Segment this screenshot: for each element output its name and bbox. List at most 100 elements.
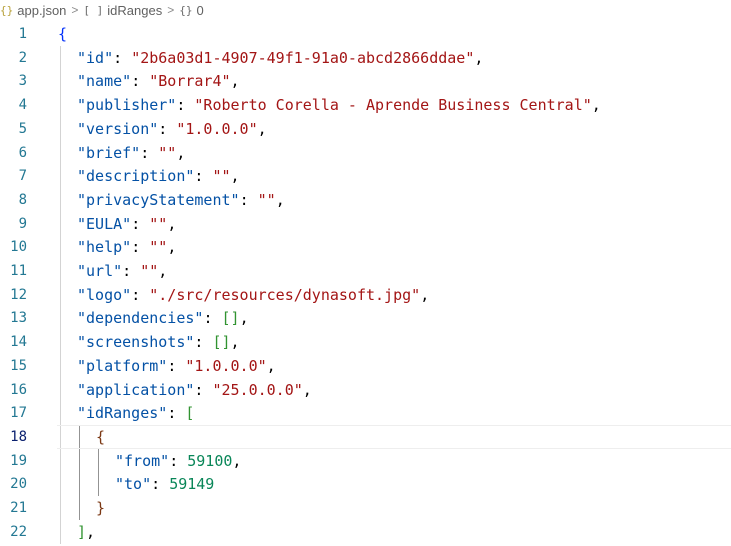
- code-text: {: [96, 428, 105, 446]
- breadcrumb-object[interactable]: {} 0: [179, 3, 203, 18]
- code-line[interactable]: 9 "EULA": "",: [0, 211, 731, 236]
- code-line[interactable]: 1{: [0, 22, 731, 46]
- code-token: "": [140, 262, 159, 280]
- line-number: 10: [10, 239, 27, 256]
- code-text: "idRanges": [: [77, 404, 194, 422]
- code-token: :: [122, 262, 141, 280]
- object-icon: {}: [179, 3, 193, 17]
- code-line[interactable]: 20 "to": 59149: [0, 472, 731, 497]
- code-line[interactable]: 22],: [0, 519, 731, 544]
- code-line[interactable]: 12 "logo": "./src/resources/dynasoft.jpg"…: [0, 282, 731, 307]
- code-token: "dependencies": [77, 309, 204, 328]
- code-line[interactable]: 11 "url": "",: [0, 259, 731, 283]
- line-number: 15: [10, 357, 27, 374]
- code-token: :: [131, 238, 150, 257]
- code-text: "application": "25.0.0.0",: [77, 381, 312, 399]
- line-number: 6: [18, 144, 27, 161]
- code-text: "version": "1.0.0.0",: [77, 120, 267, 138]
- code-token: :: [131, 214, 150, 233]
- line-number: 14: [10, 334, 27, 351]
- indent-guide: [79, 448, 80, 473]
- code-token: :: [158, 119, 177, 138]
- breadcrumb-file[interactable]: {} app.json: [0, 3, 66, 18]
- code-token: ,: [275, 190, 285, 209]
- indent-guide: [98, 448, 99, 473]
- code-token: :: [239, 190, 258, 209]
- code-token: 59100: [187, 451, 233, 470]
- code-token: ,: [230, 167, 240, 186]
- code-token: {: [96, 427, 106, 446]
- code-token: "version": [77, 119, 159, 138]
- code-text: "to": 59149: [115, 475, 214, 493]
- line-number: 20: [10, 476, 27, 493]
- code-token: ,: [176, 143, 186, 162]
- code-token: "id": [77, 48, 114, 67]
- code-line[interactable]: 15 "platform": "1.0.0.0",: [0, 353, 731, 378]
- code-token: "": [257, 190, 276, 209]
- indent-guide: [60, 496, 61, 520]
- code-token: "": [149, 238, 168, 257]
- code-line[interactable]: 19 "from": 59100,: [0, 448, 731, 473]
- code-line[interactable]: 21}: [0, 496, 731, 520]
- line-number: 13: [10, 310, 27, 327]
- code-token: "brief": [77, 143, 141, 162]
- code-token: ,: [474, 48, 484, 67]
- chevron-right-icon: >: [167, 3, 175, 17]
- code-line[interactable]: 8 "privacyStatement": "",: [0, 187, 731, 212]
- code-token: "help": [77, 238, 132, 257]
- code-line[interactable]: 5 "version": "1.0.0.0",: [0, 116, 731, 141]
- indent-guide: [79, 496, 80, 520]
- indent-guide: [60, 424, 61, 449]
- code-text: "screenshots": [],: [77, 333, 240, 351]
- code-token: :: [194, 167, 213, 186]
- code-token: "publisher": [77, 96, 177, 115]
- code-token: ,: [239, 309, 249, 328]
- code-token: ,: [167, 238, 177, 257]
- code-line[interactable]: 2 "id": "2b6a03d1-4907-49f1-91a0-abcd2866…: [0, 45, 731, 70]
- chevron-right-icon: >: [71, 3, 79, 17]
- code-token: "application": [77, 380, 195, 399]
- code-token: "Roberto Corella - Aprende Business Cent…: [194, 96, 592, 115]
- line-number: 18: [10, 428, 27, 445]
- line-number: 3: [18, 73, 27, 90]
- indent-guide: [79, 472, 80, 497]
- indent-guide: [98, 472, 99, 497]
- code-token: {: [58, 25, 68, 43]
- code-line[interactable]: 18 {: [0, 424, 731, 449]
- code-token: "1.0.0.0": [185, 356, 267, 375]
- code-line[interactable]: 3 "name": "Borrar4",: [0, 69, 731, 94]
- code-line[interactable]: 6 "brief": "",: [0, 140, 731, 165]
- code-editor[interactable]: 1{2 "id": "2b6a03d1-4907-49f1-91a0-abcd28…: [0, 22, 731, 546]
- indent-guide: [60, 211, 61, 236]
- json-file-icon: {}: [0, 3, 14, 17]
- code-token: "logo": [77, 285, 132, 304]
- code-line[interactable]: 4 "publisher": "Roberto Corella - Aprende…: [0, 93, 731, 118]
- line-number: 17: [10, 405, 27, 422]
- indent-guide: [60, 448, 61, 473]
- code-token: "1.0.0.0": [176, 119, 258, 138]
- indent-guide: [60, 282, 61, 307]
- code-token: "url": [77, 262, 123, 280]
- code-token: "description": [77, 167, 195, 186]
- code-token: :: [167, 404, 186, 423]
- code-token: "privacyStatement": [77, 190, 240, 209]
- code-line[interactable]: 16 "application": "25.0.0.0",: [0, 377, 731, 402]
- code-token: "EULA": [77, 214, 132, 233]
- line-number: 8: [18, 191, 27, 208]
- code-line[interactable]: 7 "description": "",: [0, 164, 731, 189]
- code-token: ]: [77, 522, 87, 541]
- indent-guide: [60, 472, 61, 497]
- code-line[interactable]: 17 "idRanges": [: [0, 401, 731, 426]
- indent-guide: [60, 140, 61, 165]
- code-text: "publisher": "Roberto Corella - Aprende …: [77, 96, 601, 114]
- code-text: "privacyStatement": "",: [77, 191, 285, 209]
- code-line[interactable]: 13 "dependencies": [],: [0, 306, 731, 331]
- breadcrumb-array[interactable]: [ ] idRanges: [83, 3, 162, 18]
- code-token: "": [212, 167, 231, 186]
- code-line[interactable]: 10 "help": "",: [0, 235, 731, 260]
- code-token: ,: [591, 96, 601, 115]
- code-token: "2b6a03d1-4907-49f1-91a0-abcd2866ddae": [131, 48, 475, 67]
- code-line[interactable]: 14 "screenshots": [],: [0, 330, 731, 355]
- code-token: :: [151, 475, 170, 494]
- code-token: :: [167, 356, 186, 375]
